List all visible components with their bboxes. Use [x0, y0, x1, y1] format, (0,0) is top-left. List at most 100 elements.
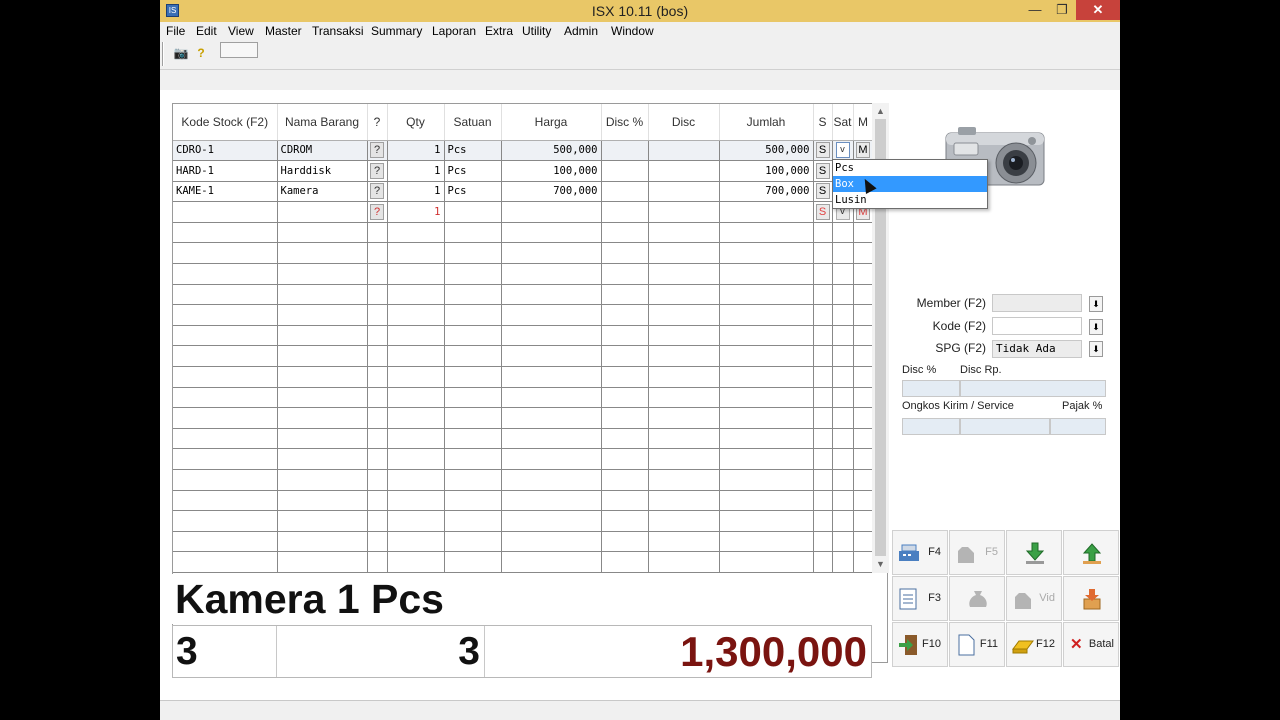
cell-harga[interactable]: 500,000: [501, 140, 602, 162]
table-row[interactable]: KAME-1 Kamera ? 1 Pcs 700,000 700,000 S: [173, 181, 874, 203]
grid-cell[interactable]: [719, 345, 814, 368]
table-row-empty[interactable]: [173, 304, 874, 326]
grid-cell[interactable]: [277, 448, 368, 470]
toolbar-field[interactable]: [220, 42, 258, 58]
grid-cell[interactable]: [813, 387, 833, 409]
menu-extra[interactable]: Extra: [485, 24, 513, 38]
grid-cell[interactable]: [813, 325, 833, 347]
grid-cell[interactable]: [853, 469, 874, 491]
lookup-button[interactable]: ?: [370, 162, 384, 179]
grid-cell[interactable]: [719, 428, 814, 450]
grid-cell[interactable]: [444, 222, 502, 244]
grid-cell[interactable]: [813, 428, 833, 450]
grid-cell[interactable]: [648, 551, 720, 573]
grid-cell[interactable]: [601, 325, 649, 347]
grid-cell[interactable]: [277, 469, 368, 491]
col-disc-pct[interactable]: Disc %: [601, 104, 649, 141]
grid-cell[interactable]: [601, 428, 649, 450]
grid-cell[interactable]: [444, 387, 502, 409]
grid-cell[interactable]: [832, 325, 854, 347]
grid-cell[interactable]: [444, 263, 502, 285]
cell-satuan[interactable]: Pcs: [444, 181, 502, 203]
grid-cell[interactable]: [853, 325, 874, 347]
ongkos-field-1[interactable]: [902, 418, 960, 435]
table-row[interactable]: HARD-1 Harddisk ? 1 Pcs 100,000 100,000 …: [173, 160, 874, 182]
grid-cell[interactable]: [501, 345, 602, 368]
grid-cell[interactable]: [277, 304, 368, 326]
cell-disc-pct[interactable]: [601, 201, 649, 223]
grid-cell[interactable]: [648, 469, 720, 491]
grid-cell[interactable]: [277, 407, 368, 429]
menu-view[interactable]: View: [228, 24, 254, 38]
grid-cell[interactable]: [277, 510, 368, 532]
grid-cell[interactable]: [501, 222, 602, 244]
cell-qty[interactable]: 1: [387, 160, 445, 182]
grid-cell[interactable]: [813, 407, 833, 429]
grid-cell[interactable]: [277, 222, 368, 244]
table-row[interactable]: ? 1 S v M: [173, 201, 874, 223]
member-lookup-icon[interactable]: ⬇: [1089, 296, 1103, 312]
grid-cell[interactable]: [853, 366, 874, 388]
table-row-empty[interactable]: [173, 551, 874, 573]
grid-cell[interactable]: [813, 222, 833, 244]
grid-cell[interactable]: [601, 366, 649, 388]
table-row-empty[interactable]: [173, 325, 874, 347]
grid-cell[interactable]: [277, 345, 368, 368]
grid-cell[interactable]: [367, 469, 388, 491]
cell-disc[interactable]: [648, 140, 720, 162]
cell-harga[interactable]: 700,000: [501, 181, 602, 203]
grid-cell[interactable]: [444, 325, 502, 347]
grid-cell[interactable]: [444, 490, 502, 512]
cell-satuan[interactable]: Pcs: [444, 140, 502, 162]
grid-cell[interactable]: [387, 242, 445, 265]
cell-disc[interactable]: [648, 160, 720, 182]
cell-satuan[interactable]: [444, 201, 502, 223]
grid-cell[interactable]: [601, 304, 649, 326]
s-button[interactable]: S: [815, 204, 830, 221]
menu-master[interactable]: Master: [265, 24, 302, 38]
col-nama-barang[interactable]: Nama Barang: [277, 104, 368, 141]
grid-cell[interactable]: [853, 510, 874, 532]
grid-cell[interactable]: [832, 510, 854, 532]
disc-pct-field[interactable]: [902, 380, 960, 397]
menu-laporan[interactable]: Laporan: [432, 24, 476, 38]
s-button[interactable]: S: [815, 162, 830, 179]
table-row-empty[interactable]: [173, 428, 874, 450]
grid-cell[interactable]: [444, 551, 502, 573]
cell-disc-pct[interactable]: [601, 181, 649, 203]
grid-cell[interactable]: [444, 407, 502, 429]
menu-admin[interactable]: Admin: [564, 24, 598, 38]
grid-cell[interactable]: [648, 325, 720, 347]
grid-cell[interactable]: [832, 304, 854, 326]
grid-cell[interactable]: [501, 531, 602, 553]
cell-kode[interactable]: CDRO-1: [173, 140, 278, 162]
grid-cell[interactable]: [387, 222, 445, 244]
grid-cell[interactable]: [813, 263, 833, 285]
spg-field[interactable]: Tidak Ada: [992, 340, 1082, 358]
grid-cell[interactable]: [277, 325, 368, 347]
table-row-empty[interactable]: [173, 469, 874, 491]
table-row-empty[interactable]: [173, 345, 874, 368]
col-qty[interactable]: Qty: [387, 104, 445, 141]
money-bag-button[interactable]: [949, 576, 1005, 621]
grid-cell[interactable]: [367, 242, 388, 265]
grid-cell[interactable]: [832, 490, 854, 512]
cell-kode[interactable]: KAME-1: [173, 181, 278, 203]
menu-file[interactable]: File: [166, 24, 185, 38]
grid-cell[interactable]: [601, 284, 649, 306]
grid-cell[interactable]: [648, 387, 720, 409]
grid-cell[interactable]: [648, 366, 720, 388]
grid-cell[interactable]: [277, 531, 368, 553]
cell-kode[interactable]: [173, 201, 278, 223]
grid-cell[interactable]: [719, 387, 814, 409]
grid-cell[interactable]: [832, 387, 854, 409]
grid-cell[interactable]: [648, 407, 720, 429]
grid-cell[interactable]: [367, 551, 388, 573]
grid-cell[interactable]: [501, 428, 602, 450]
grid-cell[interactable]: [813, 531, 833, 553]
void-button[interactable]: Vid: [1006, 576, 1062, 621]
grid-cell[interactable]: [444, 510, 502, 532]
grid-cell[interactable]: [719, 490, 814, 512]
menu-summary[interactable]: Summary: [371, 24, 422, 38]
grid-cell[interactable]: [173, 490, 278, 512]
